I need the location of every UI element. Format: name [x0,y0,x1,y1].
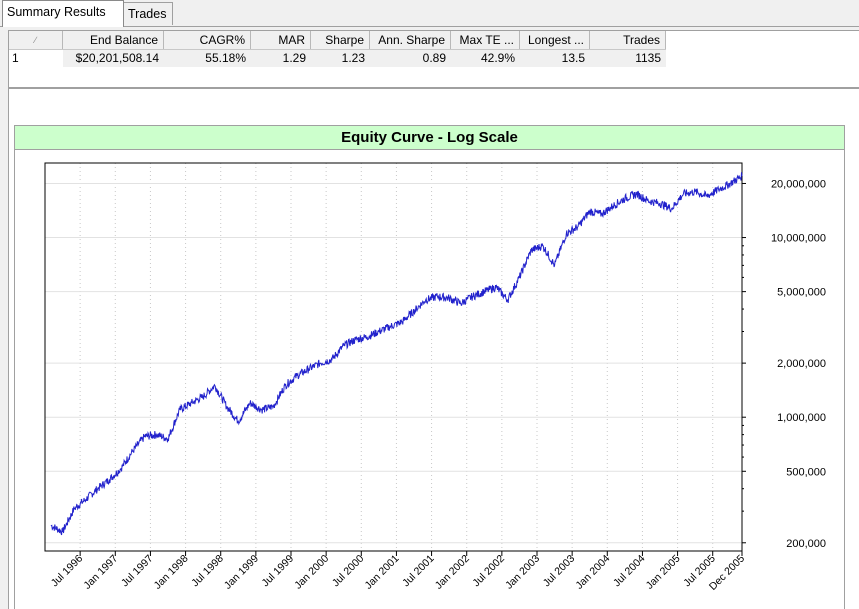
x-tick-label: Jul 2002 [470,553,507,590]
equity-curve-chart: 200,000 500,000 1,000,000 2,000,000 5,000,00… [44,162,826,593]
x-tick-label: Jul 2003 [541,553,578,590]
x-tick-label: Jan 2004 [573,553,612,592]
y-tick-label: 10,000,000 [771,233,826,245]
x-tick-label: Jan 2005 [644,553,683,592]
x-tick-label: Jan 2003 [503,553,542,592]
x-tick-label: Jan 2000 [292,553,331,592]
x-tick-label: Jul 1999 [260,553,297,590]
plot-border [44,162,743,552]
y-tick-label: 5,000,000 [777,287,826,299]
x-tick-label: Jul 1996 [49,553,86,590]
y-tick-label: 20,000,000 [771,178,826,190]
y-tick-label: 2,000,000 [777,358,826,370]
x-tick-label: Jul 1997 [119,553,156,590]
x-tick-label: Jan 1997 [81,553,120,592]
x-tick-label: Jul 2001 [400,553,437,590]
x-tick-label: Jan 1998 [152,553,191,592]
x-tick-label: Jan 2001 [363,553,402,592]
y-tick-label: 200,000 [786,538,826,550]
x-tick-label: Jul 1998 [189,553,226,590]
equity-curve-line [50,172,743,536]
y-tick-label: 1,000,000 [777,412,826,424]
y-tick-label: 500,000 [786,466,826,478]
x-tick-label: Jul 2000 [330,553,367,590]
x-tick-label: Jan 1999 [222,553,261,592]
x-tick-label: Jan 2002 [433,553,472,592]
tab-summary-results[interactable]: Summary Results [2,0,124,27]
x-tick-label: Jul 2004 [611,553,648,590]
